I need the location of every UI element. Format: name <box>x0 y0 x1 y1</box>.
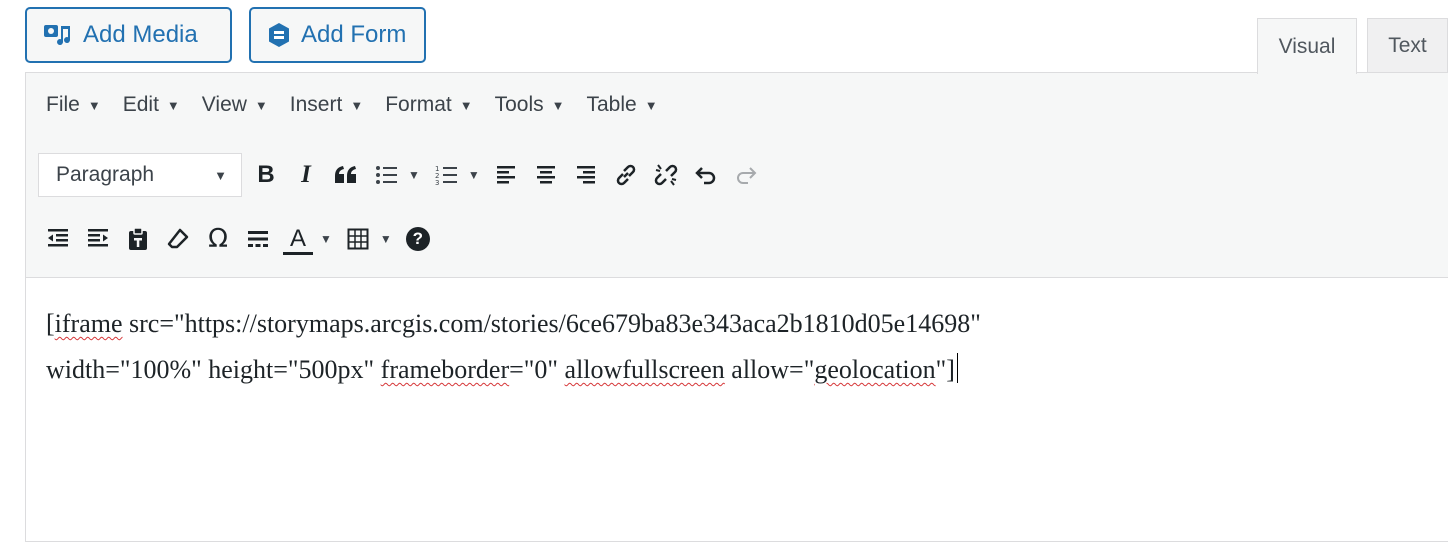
menu-tools-label: Tools <box>494 93 544 116</box>
content-text: width="100%" height="500px" <box>46 355 381 384</box>
tab-visual[interactable]: Visual <box>1257 18 1357 74</box>
redo-icon <box>736 167 757 184</box>
misspelled-word: frameborder <box>380 355 510 384</box>
menu-tools[interactable]: Tools ▼ <box>495 93 565 117</box>
misspelled-word: iframe <box>54 309 123 338</box>
special-character-button[interactable]: Ω <box>198 217 238 261</box>
align-left-icon <box>496 166 515 184</box>
align-left-button[interactable] <box>486 153 526 197</box>
text-color-swatch <box>283 251 313 255</box>
editor-content[interactable]: [iframe src="https://storymaps.arcgis.co… <box>46 301 1426 393</box>
paste-text-icon <box>129 227 147 250</box>
menu-file-label: File <box>46 93 80 116</box>
link-button[interactable] <box>606 153 646 197</box>
indent-button[interactable] <box>78 217 118 261</box>
link-icon <box>616 164 636 186</box>
unlink-icon <box>654 164 678 186</box>
caret-down-icon: ▼ <box>87 97 101 113</box>
outdent-button[interactable] <box>38 217 78 261</box>
caret-down-icon[interactable]: ▼ <box>380 232 392 246</box>
undo-button[interactable] <box>686 153 726 197</box>
content-text: "] <box>935 355 955 384</box>
clear-formatting-icon <box>167 228 189 249</box>
content-line-1: [iframe src="https://storymaps.arcgis.co… <box>46 301 1426 347</box>
help-button[interactable]: ? <box>398 217 438 261</box>
toolbar-row-1: Paragraph ▼ B I ▼ 1 2 3 ▼ <box>38 153 766 197</box>
text-color-icon: A <box>289 224 306 252</box>
unlink-button[interactable] <box>646 153 686 197</box>
bullet-list-button[interactable] <box>366 153 406 197</box>
menu-edit[interactable]: Edit ▼ <box>123 93 180 117</box>
align-center-icon <box>536 166 555 184</box>
caret-down-icon[interactable]: ▼ <box>320 232 332 246</box>
menu-view-label: View <box>201 93 247 116</box>
outdent-icon <box>48 229 68 247</box>
menu-insert[interactable]: Insert ▼ <box>290 93 363 117</box>
numbered-list-icon: 1 2 3 <box>435 165 457 186</box>
menu-insert-label: Insert <box>289 93 343 116</box>
content-text: ="0" <box>509 355 565 384</box>
add-form-button[interactable]: Add Form <box>249 7 426 63</box>
bullet-list-icon <box>376 166 397 184</box>
caret-down-icon: ▼ <box>214 167 227 183</box>
align-right-icon <box>576 166 595 184</box>
blockquote-button[interactable] <box>326 153 366 197</box>
caret-down-icon: ▼ <box>254 97 268 113</box>
content-text: allow=" <box>724 355 815 384</box>
help-icon: ? <box>405 227 430 251</box>
add-media-label: Add Media <box>83 21 198 48</box>
tab-text[interactable]: Text <box>1367 18 1448 73</box>
text-cursor <box>956 353 958 383</box>
add-form-label: Add Form <box>301 21 407 48</box>
caret-down-icon[interactable]: ▼ <box>468 168 480 182</box>
caret-down-icon: ▼ <box>459 97 473 113</box>
editor: File ▼ Edit ▼ View ▼ Insert ▼ Format ▼ Tools ▼… <box>25 72 1448 542</box>
caret-down-icon[interactable]: ▼ <box>408 168 420 182</box>
align-right-button[interactable] <box>566 153 606 197</box>
menu-format[interactable]: Format ▼ <box>385 93 472 117</box>
caret-down-icon: ▼ <box>350 97 364 113</box>
menu-format-label: Format <box>385 93 452 116</box>
table-icon <box>347 228 369 250</box>
italic-button[interactable]: I <box>286 153 326 197</box>
add-media-button[interactable]: Add Media <box>25 7 232 63</box>
table-button[interactable] <box>338 217 378 261</box>
format-select-value: Paragraph <box>56 163 155 186</box>
horizontal-line-button[interactable] <box>238 217 278 261</box>
align-center-button[interactable] <box>526 153 566 197</box>
special-character-icon: Ω <box>208 224 228 254</box>
italic-icon: I <box>301 161 311 188</box>
toolbar-row-2: Ω A ▼ ▼ ? <box>38 217 438 261</box>
bold-button[interactable]: B <box>246 153 286 197</box>
content-text: src="https://storymaps.arcgis.com/storie… <box>122 309 981 338</box>
menu-view[interactable]: View ▼ <box>202 93 268 117</box>
caret-down-icon: ▼ <box>644 97 658 113</box>
svg-text:3: 3 <box>435 179 439 186</box>
misspelled-word: allowfullscreen <box>564 355 725 384</box>
menu-table[interactable]: Table ▼ <box>587 93 658 117</box>
text-color-button[interactable]: A <box>278 217 318 261</box>
menubar: File ▼ Edit ▼ View ▼ Insert ▼ Format ▼ Tools ▼… <box>46 87 658 123</box>
format-select[interactable]: Paragraph ▼ <box>38 153 242 197</box>
numbered-list-button[interactable]: 1 2 3 <box>426 153 466 197</box>
indent-icon <box>88 229 108 247</box>
undo-icon <box>695 167 715 185</box>
media-icon <box>43 22 73 48</box>
caret-down-icon: ▼ <box>166 97 180 113</box>
misspelled-word: geolocation <box>814 355 936 384</box>
content-line-2: width="100%" height="500px" frameborder=… <box>46 347 1426 393</box>
menu-file[interactable]: File ▼ <box>46 93 101 117</box>
paste-text-button[interactable] <box>118 217 158 261</box>
menu-edit-label: Edit <box>122 93 159 116</box>
editor-toolbar: File ▼ Edit ▼ View ▼ Insert ▼ Format ▼ Tools ▼… <box>26 73 1448 278</box>
form-icon <box>267 22 291 48</box>
caret-down-icon: ▼ <box>551 97 565 113</box>
menu-table-label: Table <box>586 93 637 116</box>
bold-icon: B <box>257 161 275 188</box>
content-text: [ <box>46 309 55 338</box>
redo-button[interactable] <box>726 153 766 197</box>
clear-formatting-button[interactable] <box>158 217 198 261</box>
horizontal-line-icon <box>248 231 268 247</box>
blockquote-icon <box>335 166 356 183</box>
